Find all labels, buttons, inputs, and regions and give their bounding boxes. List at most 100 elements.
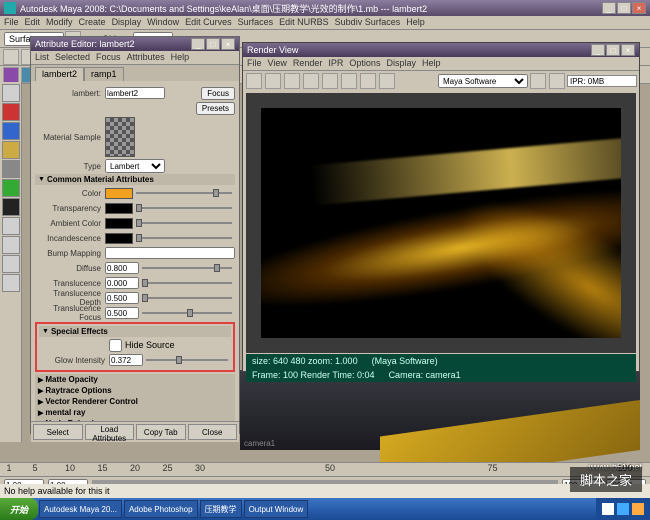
section-mental[interactable]: mental ray — [35, 407, 235, 418]
start-button[interactable]: 开始 — [0, 498, 38, 520]
menu-editcurves[interactable]: Edit Curves — [185, 17, 232, 28]
select-tool-icon[interactable] — [2, 84, 20, 102]
incand-slider[interactable] — [136, 233, 232, 243]
copy-button[interactable]: Copy Tab — [136, 424, 186, 440]
close-attr-button[interactable]: Close — [188, 424, 238, 440]
section-common[interactable]: Common Material Attributes — [35, 174, 235, 185]
translf-slider[interactable] — [142, 308, 232, 318]
task-item[interactable]: Output Window — [244, 500, 309, 518]
ambient-swatch[interactable] — [105, 218, 133, 229]
menu-file[interactable]: File — [4, 17, 19, 28]
shelf-btn[interactable] — [3, 67, 19, 83]
task-item[interactable]: Autodesk Maya 20... — [39, 500, 122, 518]
render-max-button[interactable]: □ — [606, 44, 620, 56]
render-tool-icon[interactable] — [379, 73, 395, 89]
attr-menu-focus[interactable]: Focus — [96, 52, 121, 63]
focus-button[interactable]: Focus — [201, 87, 235, 100]
layout-icon[interactable] — [2, 236, 20, 254]
glow-slider[interactable] — [146, 355, 228, 365]
bump-field[interactable] — [105, 247, 235, 259]
render-menu-help[interactable]: Help — [422, 58, 441, 69]
transl-slider[interactable] — [142, 278, 232, 288]
render-tool-icon[interactable] — [322, 73, 338, 89]
select-button[interactable]: Select — [33, 424, 83, 440]
time-ruler[interactable]: 1 5 10 15 20 25 30 50 75 100 — [0, 463, 650, 477]
viewport[interactable]: camera1 — [240, 370, 640, 450]
ambient-slider[interactable] — [136, 218, 232, 228]
hide-source-checkbox[interactable] — [109, 339, 122, 352]
incand-swatch[interactable] — [105, 233, 133, 244]
render-min-button[interactable]: _ — [591, 44, 605, 56]
attr-close-button[interactable]: × — [221, 38, 235, 50]
close-button[interactable]: × — [632, 2, 646, 14]
task-item[interactable]: 压期教学 — [200, 500, 242, 518]
attr-menu-attributes[interactable]: Attributes — [127, 52, 165, 63]
type-select[interactable]: Lambert — [105, 159, 165, 173]
material-sample-swatch[interactable] — [105, 117, 135, 157]
diffuse-field[interactable] — [105, 262, 139, 274]
transparency-slider[interactable] — [136, 203, 232, 213]
render-menu-render[interactable]: Render — [293, 58, 323, 69]
render-tool-icon[interactable] — [246, 73, 262, 89]
render-close-button[interactable]: × — [621, 44, 635, 56]
color-slider[interactable] — [136, 188, 232, 198]
layout-icon[interactable] — [2, 217, 20, 235]
render-menu-file[interactable]: File — [247, 58, 262, 69]
toolbar-btn[interactable] — [3, 49, 19, 65]
section-vector[interactable]: Vector Renderer Control — [35, 396, 235, 407]
attr-menu-list[interactable]: List — [35, 52, 49, 63]
render-tool-icon[interactable] — [303, 73, 319, 89]
maximize-button[interactable]: □ — [617, 2, 631, 14]
transld-slider[interactable] — [142, 293, 232, 303]
manip-tool-icon[interactable] — [2, 179, 20, 197]
render-tool-icon[interactable] — [265, 73, 281, 89]
lasso-tool-icon[interactable] — [2, 103, 20, 121]
menu-help[interactable]: Help — [406, 17, 425, 28]
menu-create[interactable]: Create — [79, 17, 106, 28]
section-matte[interactable]: Matte Opacity — [35, 374, 235, 385]
attr-titlebar[interactable]: Attribute Editor: lambert2 _□× — [31, 37, 239, 51]
menu-modify[interactable]: Modify — [46, 17, 73, 28]
menu-surfaces[interactable]: Surfaces — [238, 17, 274, 28]
section-special[interactable]: Special Effects — [39, 326, 231, 337]
color-swatch[interactable] — [105, 188, 133, 199]
scale-tool-icon[interactable] — [2, 160, 20, 178]
menu-editnurbs[interactable]: Edit NURBS — [279, 17, 329, 28]
transld-field[interactable] — [105, 292, 139, 304]
render-body[interactable] — [246, 93, 636, 353]
system-tray[interactable] — [596, 498, 650, 520]
diffuse-slider[interactable] — [142, 263, 232, 273]
minimize-button[interactable]: _ — [602, 2, 616, 14]
load-button[interactable]: Load Attributes — [85, 424, 135, 440]
menu-subdiv[interactable]: Subdiv Surfaces — [335, 17, 401, 28]
menu-edit[interactable]: Edit — [25, 17, 41, 28]
render-menu-view[interactable]: View — [268, 58, 287, 69]
render-tool-icon[interactable] — [530, 73, 546, 89]
section-raytrace[interactable]: Raytrace Options — [35, 385, 235, 396]
menu-display[interactable]: Display — [112, 17, 142, 28]
attr-max-button[interactable]: □ — [206, 38, 220, 50]
menu-window[interactable]: Window — [147, 17, 179, 28]
attr-menu-selected[interactable]: Selected — [55, 52, 90, 63]
render-tool-icon[interactable] — [341, 73, 357, 89]
last-tool-icon[interactable] — [2, 198, 20, 216]
transparency-swatch[interactable] — [105, 203, 133, 214]
renderer-select[interactable]: Maya Software — [438, 74, 528, 88]
render-menu-ipr[interactable]: IPR — [328, 58, 343, 69]
task-item[interactable]: Adobe Photoshop — [124, 500, 198, 518]
layout-icon[interactable] — [2, 274, 20, 292]
tab-lambert2[interactable]: lambert2 — [35, 67, 84, 81]
transl-field[interactable] — [105, 277, 139, 289]
material-name-field[interactable] — [105, 87, 165, 99]
render-tool-icon[interactable] — [284, 73, 300, 89]
render-tool-icon[interactable] — [360, 73, 376, 89]
tab-ramp1[interactable]: ramp1 — [84, 67, 124, 81]
presets-button[interactable]: Presets — [196, 102, 235, 115]
attr-menu-help[interactable]: Help — [171, 52, 190, 63]
attr-min-button[interactable]: _ — [191, 38, 205, 50]
render-titlebar[interactable]: Render View _□× — [243, 43, 639, 57]
move-tool-icon[interactable] — [2, 122, 20, 140]
rotate-tool-icon[interactable] — [2, 141, 20, 159]
glow-field[interactable] — [109, 354, 143, 366]
layout-icon[interactable] — [2, 255, 20, 273]
